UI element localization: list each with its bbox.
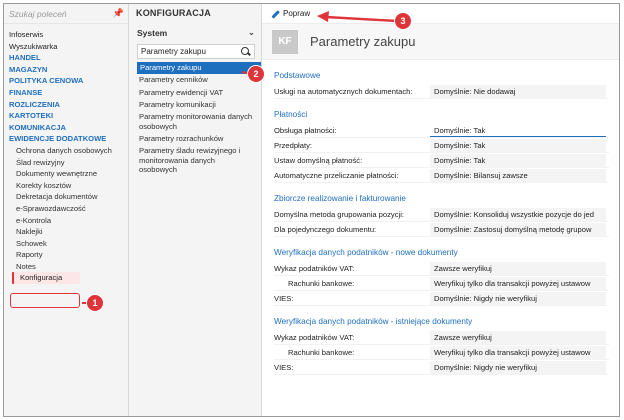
app-window: Szukaj poleceń 📌 Infoserwis Wyszukiwarka H… bbox=[3, 3, 620, 417]
callout-1: 1 bbox=[87, 295, 103, 311]
arrow-3 bbox=[325, 15, 398, 23]
callout-2: 2 bbox=[248, 66, 264, 82]
arrow-3-head bbox=[317, 11, 329, 22]
callout-3: 3 bbox=[395, 13, 411, 29]
annotation-arrows bbox=[82, 11, 398, 304]
